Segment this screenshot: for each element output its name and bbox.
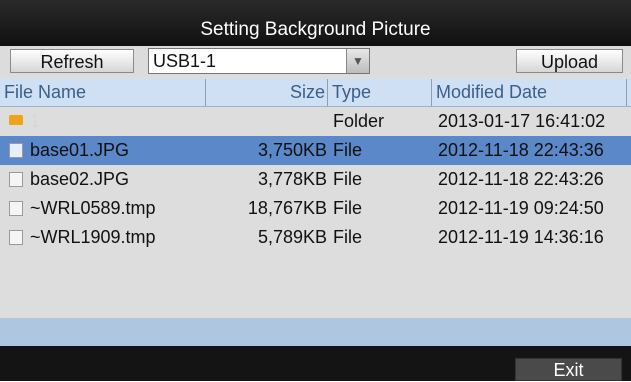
upload-button[interactable]: Upload (516, 49, 623, 73)
file-type: File (333, 140, 363, 160)
table-header: File Name Size Type Modified Date (0, 79, 631, 107)
header-type[interactable]: Type (328, 79, 432, 106)
file-size: 3,778KB (257, 169, 327, 189)
file-type: File (333, 227, 363, 247)
file-name: ~WRL1909.tmp (30, 227, 156, 247)
file-icon (9, 172, 23, 187)
file-name: base01.JPG (30, 140, 130, 160)
file-icon (9, 201, 23, 216)
header-file-name[interactable]: File Name (0, 79, 206, 106)
table-row-selected[interactable]: base01.JPG 3,750KB File 2012-11-18 22:43… (0, 136, 631, 165)
file-name: base02.JPG (30, 169, 130, 189)
file-name: ~WRL0589.tmp (30, 198, 156, 218)
file-table: File Name Size Type Modified Date 1 Fold… (0, 76, 631, 318)
file-type: File (333, 169, 363, 189)
device-select[interactable]: USB1-1 ▼ (148, 48, 370, 74)
toolbar: Refresh USB1-1 ▼ Upload (0, 46, 631, 76)
file-modified: 2012-11-18 22:43:26 (438, 169, 604, 189)
file-modified: 2012-11-19 09:24:50 (438, 198, 604, 218)
header-size[interactable]: Size (206, 79, 328, 106)
file-icon (9, 143, 23, 158)
background-picture-dialog: Setting Background Picture Refresh USB1-… (0, 0, 631, 381)
file-icon (9, 230, 23, 245)
file-name: 1 (30, 111, 41, 131)
device-select-value: USB1-1 (153, 51, 217, 71)
chevron-down-icon[interactable]: ▼ (346, 49, 369, 73)
folder-icon (9, 115, 23, 125)
status-strip (0, 318, 631, 346)
file-modified: 2012-11-19 14:36:16 (438, 227, 604, 247)
file-modified: 2013-01-17 16:41:02 (438, 111, 606, 131)
header-modified-date[interactable]: Modified Date (432, 79, 627, 106)
file-type: File (333, 198, 363, 218)
file-type: Folder (333, 111, 385, 131)
exit-button[interactable]: Exit (515, 358, 622, 381)
dialog-title: Setting Background Picture (0, 0, 631, 46)
file-size: 18,767KB (247, 198, 327, 218)
table-row[interactable]: 1 Folder 2013-01-17 16:41:02 (0, 107, 631, 136)
file-size: 5,789KB (257, 227, 327, 247)
file-size: 3,750KB (257, 140, 327, 160)
file-size (206, 107, 327, 136)
table-row[interactable]: ~WRL1909.tmp 5,789KB File 2012-11-19 14:… (0, 223, 631, 252)
table-row[interactable]: base02.JPG 3,778KB File 2012-11-18 22:43… (0, 165, 631, 194)
file-modified: 2012-11-18 22:43:36 (438, 140, 604, 160)
table-row[interactable]: ~WRL0589.tmp 18,767KB File 2012-11-19 09… (0, 194, 631, 223)
refresh-button[interactable]: Refresh (10, 49, 134, 73)
